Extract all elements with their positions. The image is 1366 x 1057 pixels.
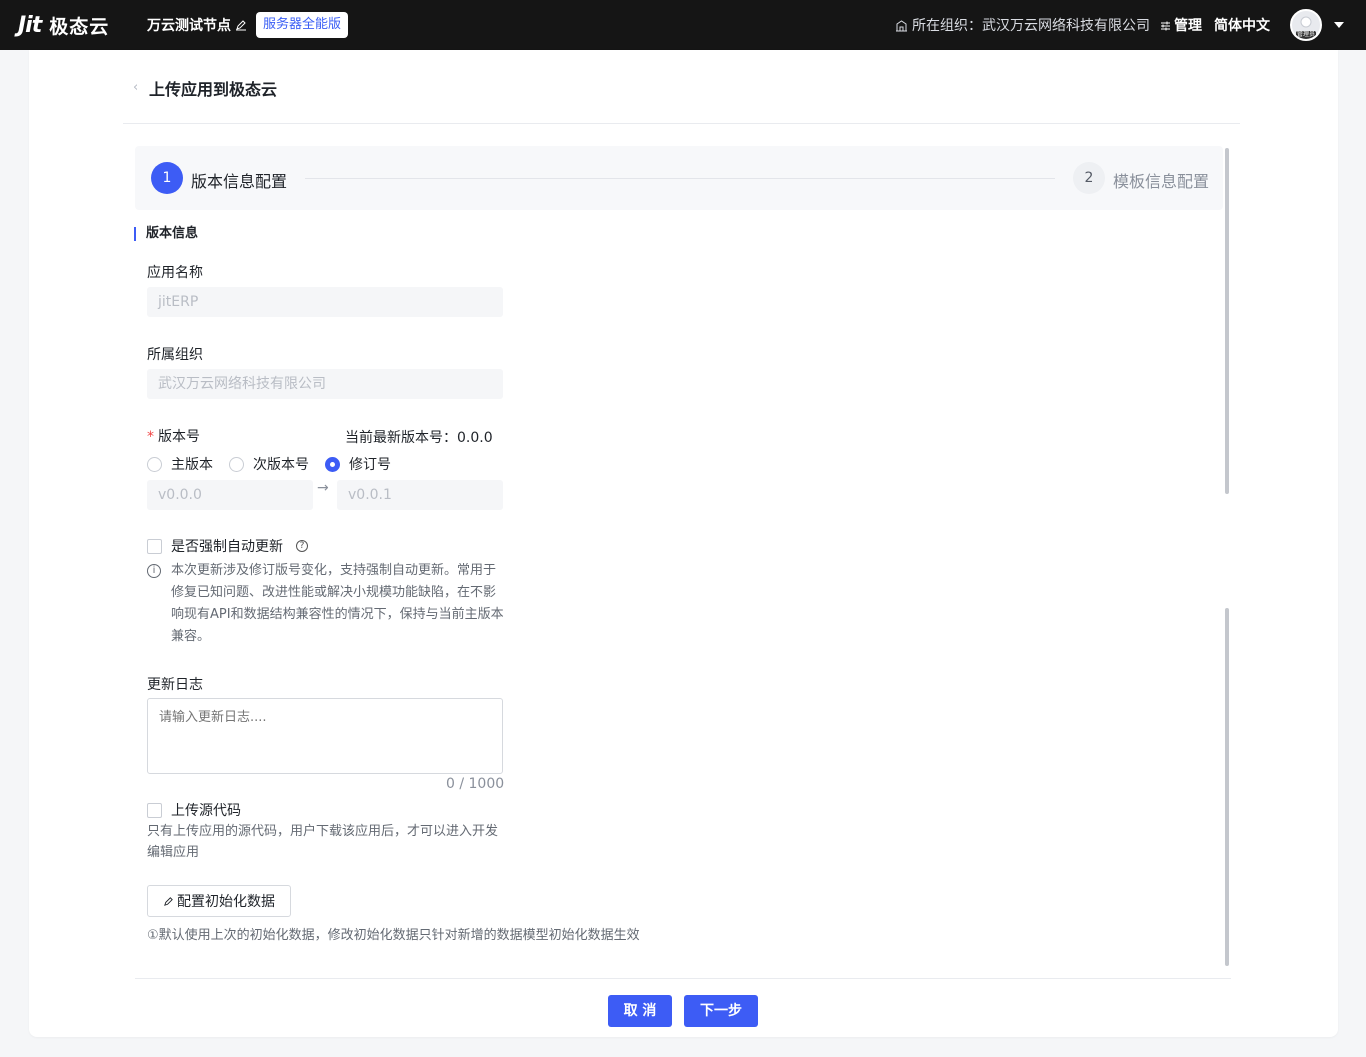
- force-update-label: 是否强制自动更新: [171, 539, 283, 555]
- org-input: 武汉万云网络科技有限公司: [147, 369, 503, 399]
- version-label: 版本号: [158, 429, 200, 445]
- changelog-textarea[interactable]: [147, 698, 503, 774]
- force-update-info: i 本次更新涉及修订版号变化，支持强制自动更新。常用于修复已知问题、改进性能或解…: [147, 560, 507, 648]
- top-right-controls: 所在组织：武汉万云网络科技有限公司 管理 简体中文 管理员: [895, 0, 1366, 50]
- avatar[interactable]: 管理员: [1290, 9, 1322, 41]
- current-version-text: 当前最新版本号：0.0.0: [345, 430, 493, 446]
- step-number: 2: [1073, 162, 1105, 194]
- step-label: 版本信息配置: [191, 172, 288, 191]
- pencil-icon: [164, 896, 173, 906]
- app-name-input: jitERP: [147, 287, 503, 317]
- force-update-checkbox[interactable]: [147, 538, 162, 554]
- top-navigation-bar: Jit 极态云 万云测试节点 服务器全能版 所在组织：武汉万云网络科技有限公司 …: [0, 0, 1366, 50]
- node-name[interactable]: 万云测试节点: [147, 15, 247, 35]
- next-step-button[interactable]: 下一步: [684, 995, 758, 1027]
- edition-badge: 服务器全能版: [256, 12, 349, 38]
- cancel-button[interactable]: 取 消: [608, 995, 672, 1027]
- pencil-icon[interactable]: [235, 19, 247, 31]
- step-label: 模板信息配置: [1113, 172, 1210, 191]
- radio-circle[interactable]: [147, 456, 162, 472]
- settings-sliders-icon: [1161, 21, 1170, 30]
- step-number: 1: [151, 162, 183, 194]
- building-icon: [896, 19, 907, 31]
- logo-mark: Jit: [18, 12, 42, 38]
- section-title: 版本信息: [134, 227, 198, 241]
- app-name-label: 应用名称: [147, 265, 203, 281]
- manage-label: 管理: [1174, 18, 1202, 34]
- scrollbar-thumb[interactable]: [1225, 608, 1229, 966]
- radio-minor[interactable]: 次版本号: [229, 454, 309, 474]
- org-label: 所属组织: [147, 347, 203, 363]
- page-title: 上传应用到极态云: [149, 80, 278, 99]
- upload-source-checkbox[interactable]: [147, 802, 162, 818]
- radio-label: 修订号: [349, 457, 391, 473]
- footer-divider: [135, 978, 1231, 979]
- radio-label: 次版本号: [253, 457, 309, 473]
- version-type-radio-group: 主版本 次版本号 修订号: [147, 454, 407, 474]
- radio-patch[interactable]: 修订号: [325, 454, 391, 474]
- changelog-counter: 0 / 1000: [446, 776, 505, 792]
- scrollbar-thumb[interactable]: [1225, 148, 1229, 494]
- configure-init-data-button[interactable]: 配置初始化数据: [147, 885, 291, 917]
- force-update-info-text: 本次更新涉及修订版号变化，支持强制自动更新。常用于修复已知问题、改进性能或解决小…: [171, 563, 504, 644]
- manage-link[interactable]: 管理: [1160, 15, 1202, 35]
- upload-source-label: 上传源代码: [171, 803, 241, 819]
- main-card: ‹ 上传应用到极态云 1 版本信息配置 2 模板信息配置 版本信息 应用名称 j…: [29, 50, 1338, 1037]
- step-indicator: 1 版本信息配置 2 模板信息配置: [135, 146, 1223, 210]
- radio-label: 主版本: [171, 457, 213, 473]
- upload-source-description: 只有上传应用的源代码，用户下载该应用后，才可以进入开发编辑应用: [147, 824, 499, 860]
- version-label-wrap: * 版本号: [147, 426, 200, 446]
- configure-init-data-label: 配置初始化数据: [177, 894, 275, 910]
- logo-text: 极态云: [49, 15, 110, 38]
- upload-source-checkbox-row[interactable]: 上传源代码: [147, 800, 241, 820]
- version-from-input: v0.0.0: [147, 480, 313, 510]
- organization-switcher[interactable]: 所在组织：武汉万云网络科技有限公司: [895, 15, 1150, 35]
- avatar-role-tag: 管理员: [1296, 31, 1316, 39]
- force-update-checkbox-row[interactable]: 是否强制自动更新 ?: [147, 536, 308, 556]
- chevron-down-icon[interactable]: [1334, 22, 1344, 28]
- brand-logo[interactable]: Jit 极态云: [18, 12, 109, 38]
- arrow-right-icon: →: [317, 480, 329, 496]
- required-mark: *: [147, 429, 154, 445]
- changelog-label: 更新日志: [147, 677, 203, 693]
- step-connector: [305, 178, 1055, 179]
- info-icon: i: [147, 564, 161, 578]
- back-icon[interactable]: ‹: [133, 80, 138, 95]
- radio-major[interactable]: 主版本: [147, 454, 213, 474]
- language-switcher[interactable]: 简体中文: [1214, 15, 1270, 35]
- node-name-label: 万云测试节点: [147, 18, 231, 34]
- radio-circle[interactable]: [229, 456, 244, 472]
- organization-label: 所在组织：武汉万云网络科技有限公司: [912, 18, 1150, 34]
- radio-circle[interactable]: [325, 456, 340, 472]
- version-to-input: v0.0.1: [337, 480, 503, 510]
- question-icon[interactable]: ?: [296, 540, 308, 552]
- page-header: ‹ 上传应用到极态云: [123, 50, 1240, 124]
- init-data-note: ①默认使用上次的初始化数据，修改初始化数据只针对新增的数据模型初始化数据生效: [147, 928, 640, 943]
